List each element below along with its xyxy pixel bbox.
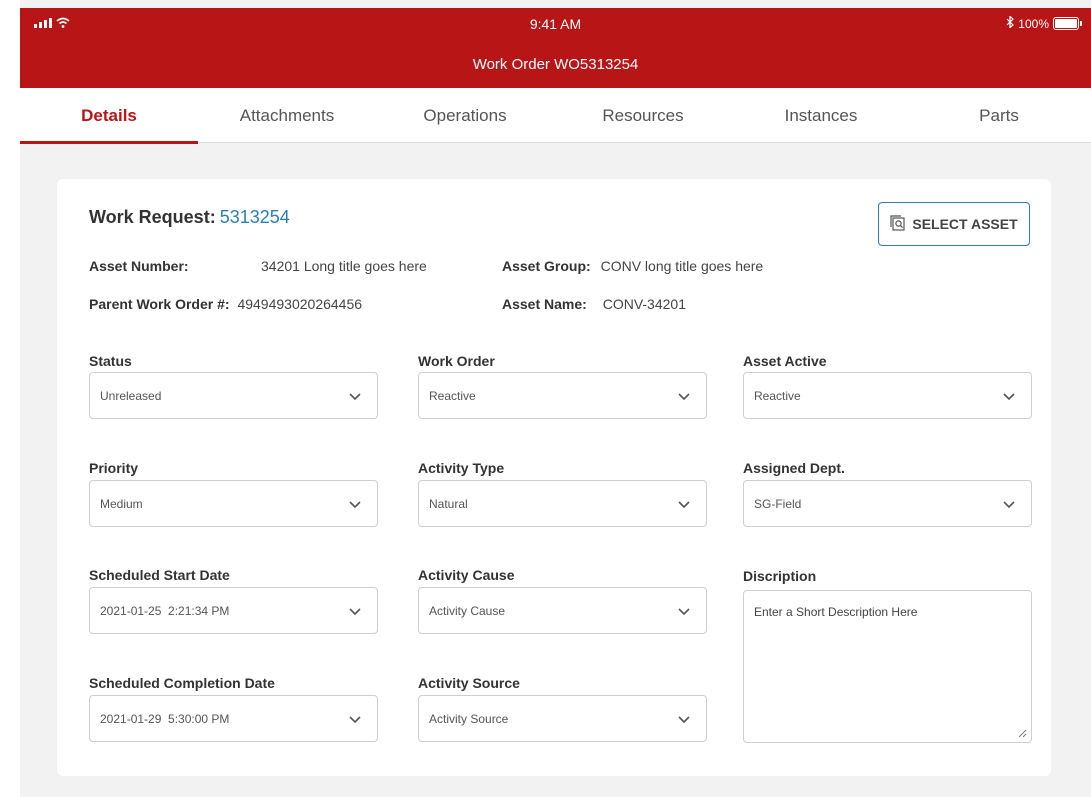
activity-source-select[interactable]: Activity Source xyxy=(418,695,707,742)
asset-name-value: CONV-34201 xyxy=(602,296,686,312)
scheduled-start-label: Scheduled Start Date xyxy=(89,567,230,583)
asset-number-value-wrap: 34201 Long title goes here xyxy=(261,258,427,274)
tab-resources[interactable]: Resources xyxy=(554,88,732,143)
asset-active-select[interactable]: Reactive xyxy=(743,372,1032,419)
chevron-down-icon xyxy=(349,392,361,400)
scheduled-completion-select[interactable]: 2021-01-29 5:30:00 PM xyxy=(89,695,378,742)
description-label: Discription xyxy=(743,568,817,584)
activity-cause-value: Activity Cause xyxy=(429,603,506,618)
asset-number-value: 34201 Long title goes here xyxy=(261,258,427,274)
parent-wo-label: Parent Work Order #: xyxy=(89,296,230,312)
select-asset-button[interactable]: SELECT ASSET xyxy=(878,202,1030,246)
parent-wo-info: Parent Work Order #: 4949493020264456 xyxy=(89,296,362,312)
scheduled-start-select[interactable]: 2021-01-25 2:21:34 PM xyxy=(89,587,378,634)
activity-cause-label: Activity Cause xyxy=(418,567,515,583)
activity-type-value: Natural xyxy=(429,496,468,511)
chevron-down-icon xyxy=(678,392,690,400)
chevron-down-icon xyxy=(349,607,361,615)
work-order-label: Work Order xyxy=(418,353,495,369)
activity-source-label: Activity Source xyxy=(418,675,520,691)
select-asset-label: SELECT ASSET xyxy=(912,216,1018,232)
assigned-dept-value: SG-Field xyxy=(754,496,802,511)
asset-group-value: CONV long title goes here xyxy=(600,258,764,274)
activity-type-label: Activity Type xyxy=(418,460,505,476)
work-request-label: Work Request: xyxy=(89,207,216,227)
page-title: Work Order WO5313254 xyxy=(472,56,639,73)
battery-indicator: 100% xyxy=(1006,15,1082,31)
tab-bar: Details Attachments Operations Resources… xyxy=(20,88,1091,144)
assigned-dept-select[interactable]: SG-Field xyxy=(743,480,1032,527)
status-value: Unreleased xyxy=(100,388,162,403)
status-time: 9:41 AM xyxy=(529,16,582,32)
chevron-down-icon xyxy=(678,715,690,723)
parent-wo-value: 4949493020264456 xyxy=(237,296,363,312)
description-textarea[interactable]: Enter a Short Description Here xyxy=(743,590,1032,743)
chevron-down-icon xyxy=(349,715,361,723)
scheduled-start-value: 2021-01-25 2:21:34 PM xyxy=(100,603,230,618)
priority-value: Medium xyxy=(100,496,143,511)
activity-type-select[interactable]: Natural xyxy=(418,480,707,527)
battery-icon xyxy=(1053,17,1082,30)
chevron-down-icon xyxy=(678,607,690,615)
bluetooth-icon xyxy=(1006,15,1015,31)
scheduled-completion-label: Scheduled Completion Date xyxy=(89,675,275,691)
tab-instances[interactable]: Instances xyxy=(732,88,910,143)
chevron-down-icon xyxy=(1003,392,1015,400)
status-label: Status xyxy=(89,353,132,369)
asset-number-info: Asset Number: xyxy=(89,258,189,274)
asset-search-icon xyxy=(890,214,906,234)
tab-details[interactable]: Details xyxy=(20,88,198,144)
status-select[interactable]: Unreleased xyxy=(89,372,378,419)
battery-percent: 100% xyxy=(1018,16,1049,31)
work-request-heading: Work Request: 5313254 xyxy=(89,207,290,228)
asset-number-label: Asset Number: xyxy=(89,258,189,274)
asset-group-info: Asset Group: CONV long title goes here xyxy=(502,258,763,274)
assigned-dept-label: Assigned Dept. xyxy=(743,460,845,476)
work-order-value: Reactive xyxy=(429,388,476,403)
asset-name-info: Asset Name: CONV-34201 xyxy=(502,296,686,312)
asset-active-label: Asset Active xyxy=(743,353,827,369)
asset-active-value: Reactive xyxy=(754,388,801,403)
description-placeholder: Enter a Short Description Here xyxy=(754,605,918,619)
tab-parts[interactable]: Parts xyxy=(910,88,1088,143)
activity-source-value: Activity Source xyxy=(429,711,509,726)
details-card: Work Request: 5313254 SELECT ASSET Asset … xyxy=(57,179,1051,776)
asset-name-label: Asset Name: xyxy=(502,296,587,312)
chevron-down-icon xyxy=(678,500,690,508)
priority-select[interactable]: Medium xyxy=(89,480,378,527)
tab-attachments[interactable]: Attachments xyxy=(198,88,376,143)
chevron-down-icon xyxy=(1003,500,1015,508)
resize-handle-icon[interactable] xyxy=(1017,728,1027,738)
asset-group-label: Asset Group: xyxy=(502,258,591,274)
tab-operations[interactable]: Operations xyxy=(376,88,554,143)
work-request-number-link[interactable]: 5313254 xyxy=(220,207,290,227)
work-order-select[interactable]: Reactive xyxy=(418,372,707,419)
app-frame: 9:41 AM 100% Work Order WO5313254 Detail… xyxy=(20,0,1091,797)
app-header: 9:41 AM 100% Work Order WO5313254 xyxy=(20,8,1091,88)
activity-cause-select[interactable]: Activity Cause xyxy=(418,587,707,634)
chevron-down-icon xyxy=(349,500,361,508)
priority-label: Priority xyxy=(89,460,139,476)
scheduled-completion-value: 2021-01-29 5:30:00 PM xyxy=(100,711,230,726)
